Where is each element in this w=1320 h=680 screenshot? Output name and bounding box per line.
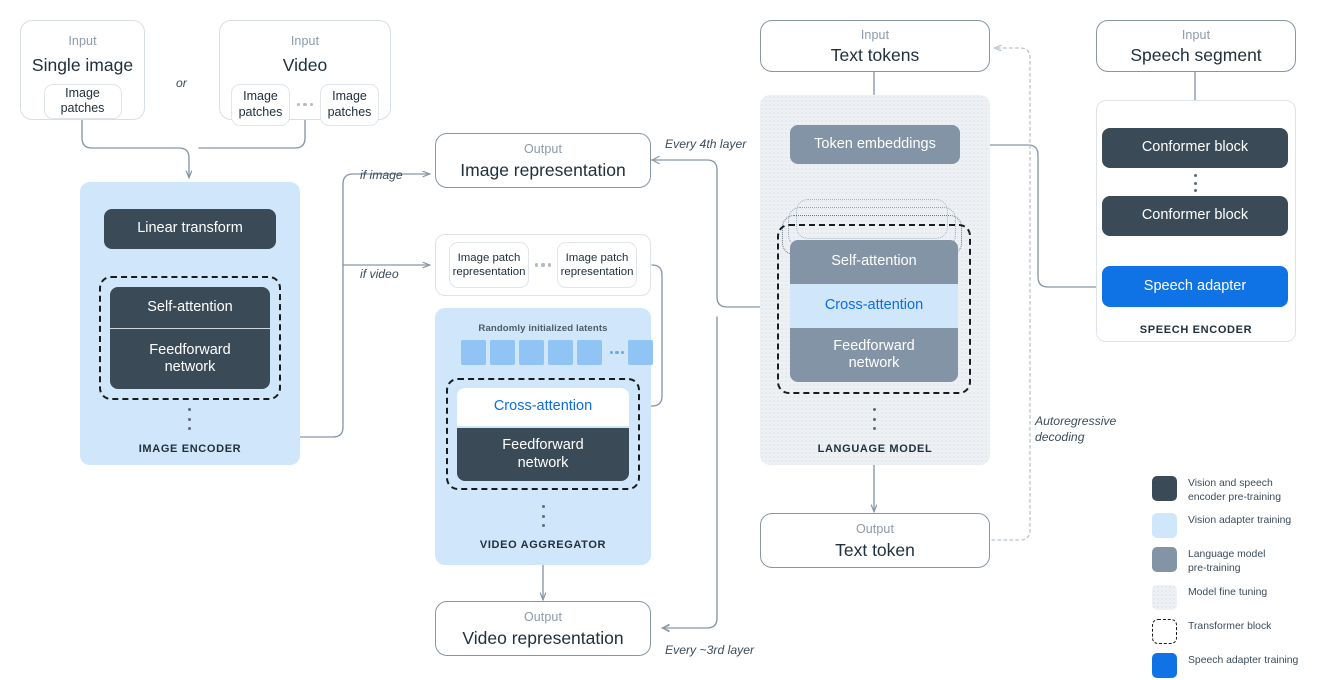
legend-swatch-transformer-block — [1152, 618, 1177, 644]
legend-label: Transformer block — [1188, 620, 1272, 632]
input-single-image-title: Single image — [31, 54, 134, 75]
input-single-image-card[interactable]: Input Single image Image patches — [20, 20, 145, 120]
latent-cell — [490, 340, 515, 365]
conformer-block-top[interactable]: Conformer block — [1102, 128, 1288, 168]
latent-cell — [519, 340, 544, 365]
input-single-image-kicker: Input — [68, 34, 97, 48]
input-speech-segment-title: Speech segment — [1130, 44, 1262, 65]
if-image-edge-label: if image — [360, 168, 403, 182]
video-patches-ellipsis-icon — [290, 102, 320, 107]
video-image-patches-chip-right[interactable]: Image patches — [320, 83, 379, 126]
legend-swatch-language-model — [1152, 547, 1177, 573]
legend-label: Vision and speech encoder pre-training — [1188, 478, 1281, 503]
input-video-title: Video — [282, 54, 328, 75]
legend-item: Vision adapter training — [1152, 513, 1320, 539]
architecture-diagram: Input Single image Image patches or Inpu… — [0, 0, 1320, 680]
every-3rd-layer-edge-label: Every ~3rd layer — [665, 643, 755, 657]
if-video-edge-label: if video — [360, 267, 399, 281]
legend: Vision and speech encoder pre-training V… — [1152, 476, 1320, 680]
legend-item: Speech adapter training — [1152, 652, 1320, 678]
legend-swatch-vision-adapter — [1152, 513, 1177, 539]
image-representation-kicker: Output — [523, 142, 563, 156]
randomly-initialized-latents-caption: Randomly initialized latents — [478, 323, 608, 334]
linear-transform-block[interactable]: Linear transform — [104, 209, 276, 249]
input-speech-segment-kicker: Input — [1181, 28, 1211, 42]
input-video-kicker: Input — [290, 34, 320, 48]
legend-item: Transformer block — [1152, 618, 1320, 644]
legend-label: Language model pre-training — [1188, 549, 1266, 575]
legend-label: Speech adapter training — [1188, 654, 1299, 666]
language-model-feedforward-block[interactable]: Feedforward network — [790, 328, 958, 382]
input-speech-segment-card[interactable]: Input Speech segment — [1096, 20, 1296, 72]
language-model-stack-ellipsis-icon — [873, 408, 876, 430]
latents-row — [461, 340, 653, 365]
language-model-self-attention-block[interactable]: Self-attention — [790, 240, 958, 284]
legend-label: Model fine tuning — [1188, 586, 1268, 598]
legend-swatch-vision-speech-encoder — [1152, 476, 1177, 501]
output-text-token-card[interactable]: Output Text token — [760, 513, 990, 568]
legend-swatch-model-fine-tuning — [1152, 584, 1177, 610]
latents-ellipsis-icon — [606, 350, 628, 355]
patch-representations-ellipsis-icon — [529, 263, 557, 267]
image-patch-representation-right[interactable]: Image patch representation — [557, 242, 637, 288]
video-representation-title: Video representation — [462, 627, 624, 648]
language-model-cross-attention-block[interactable]: Cross-attention — [790, 284, 958, 328]
speech-adapter-block[interactable]: Speech adapter — [1102, 266, 1288, 307]
latent-cell — [461, 340, 486, 365]
input-text-tokens-kicker: Input — [860, 28, 890, 42]
or-label: or — [176, 76, 187, 90]
input-text-tokens-card[interactable]: Input Text tokens — [760, 20, 990, 72]
token-embeddings-block[interactable]: Token embeddings — [790, 125, 960, 164]
image-patches-chip[interactable]: Image patches — [43, 83, 122, 119]
image-encoder-panel-label: IMAGE ENCODER — [138, 443, 242, 455]
language-model-panel-label: LANGUAGE MODEL — [817, 443, 933, 455]
input-video-card[interactable]: Input Video Image patches Image patches — [219, 20, 391, 126]
legend-swatch-speech-adapter — [1152, 652, 1177, 678]
latent-cell — [628, 340, 653, 365]
video-aggregator-cross-attention-block[interactable]: Cross-attention — [457, 388, 629, 426]
image-encoder-feedforward-block[interactable]: Feedforward network — [110, 329, 270, 389]
conformer-block-bottom[interactable]: Conformer block — [1102, 196, 1288, 236]
legend-item: Vision and speech encoder pre-training — [1152, 476, 1320, 504]
image-patch-representation-left[interactable]: Image patch representation — [449, 242, 529, 288]
legend-item: Model fine tuning — [1152, 584, 1320, 610]
video-aggregator-feedforward-block[interactable]: Feedforward network — [457, 428, 629, 481]
latent-cell — [577, 340, 602, 365]
autoregressive-decoding-label: Autoregressive decoding — [1035, 414, 1117, 445]
image-representation-title: Image representation — [460, 159, 626, 180]
video-aggregator-panel-label: VIDEO AGGREGATOR — [479, 539, 607, 551]
video-representation-card[interactable]: Output Video representation — [435, 601, 651, 656]
speech-encoder-panel-label: SPEECH ENCODER — [1139, 324, 1253, 336]
video-aggregator-stack-ellipsis-icon — [542, 505, 545, 527]
output-text-token-kicker: Output — [855, 522, 895, 536]
output-text-token-title: Text token — [835, 539, 915, 560]
legend-item: Language model pre-training — [1152, 547, 1320, 575]
image-representation-card[interactable]: Output Image representation — [435, 133, 651, 188]
every-4th-layer-edge-label: Every 4th layer — [665, 137, 747, 151]
video-representation-kicker: Output — [523, 610, 563, 624]
conformer-stack-ellipsis-icon — [1194, 174, 1197, 192]
image-patch-representations-card: Image patch representation Image patch r… — [435, 234, 651, 296]
input-text-tokens-title: Text tokens — [830, 44, 920, 65]
latent-cell — [548, 340, 573, 365]
image-encoder-stack-ellipsis-icon — [188, 408, 191, 430]
video-image-patches-chip-left[interactable]: Image patches — [231, 83, 290, 126]
legend-label: Vision adapter training — [1188, 515, 1292, 527]
image-encoder-self-attention-block[interactable]: Self-attention — [110, 287, 270, 328]
